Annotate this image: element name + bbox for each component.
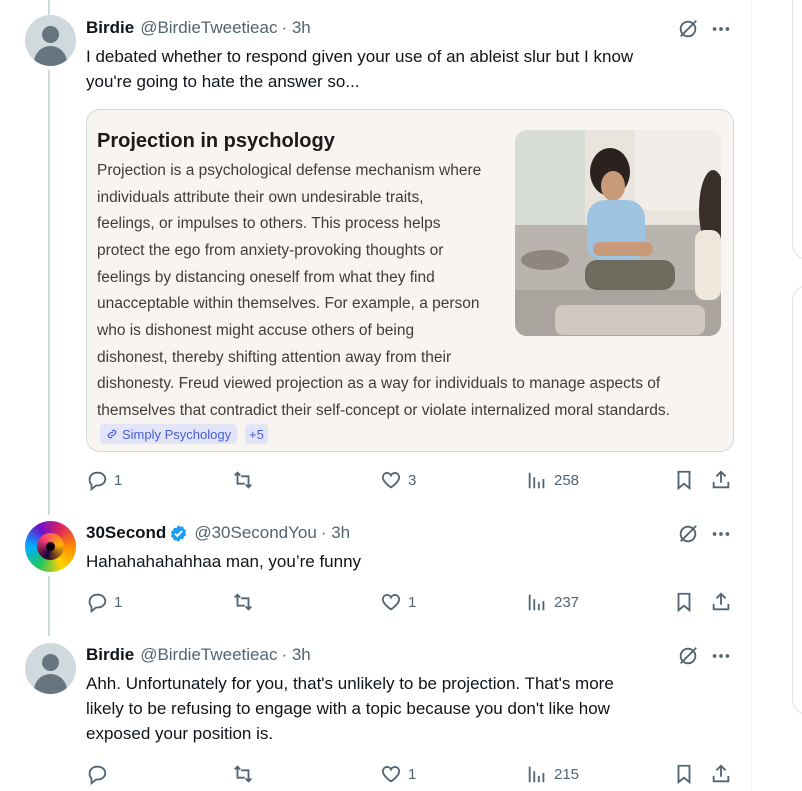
retweet-button[interactable] — [232, 468, 254, 492]
user-handle[interactable]: @BirdieTweetieac — [140, 645, 277, 665]
bookmark-button[interactable] — [673, 468, 695, 492]
reply-count: 1 — [114, 593, 123, 611]
timestamp[interactable]: · 3h — [321, 523, 350, 543]
action-bar: 1 3 258 — [86, 468, 736, 492]
share-button[interactable] — [710, 468, 732, 492]
reply-icon — [88, 593, 107, 613]
search-result-card[interactable]: Projection in psychology Projection is a… — [86, 109, 734, 452]
photo-illustration — [515, 130, 721, 336]
card-line: feelings by distancing oneself from what… — [97, 269, 435, 286]
timestamp[interactable]: · 3h — [281, 645, 310, 665]
tweet-header: 30Second @30SecondYou · 3h — [86, 522, 350, 544]
share-icon — [712, 470, 730, 489]
display-name[interactable]: 30Second — [86, 523, 166, 543]
source-label: Simply Psychology — [122, 426, 232, 442]
views-icon — [528, 766, 545, 783]
views-button[interactable]: 215 — [526, 762, 579, 786]
card-photo[interactable] — [515, 130, 721, 336]
heart-icon — [381, 594, 401, 611]
bookmark-icon — [677, 470, 691, 491]
like-button[interactable]: 1 — [380, 590, 416, 614]
card-line: who is dishonest might accuse others of … — [97, 322, 415, 339]
views-count: 258 — [554, 471, 580, 489]
grok-icon[interactable] — [677, 523, 699, 545]
card-line: feelings, or impulses to others. This pr… — [97, 215, 441, 232]
right-sidebar-card — [792, 285, 802, 715]
display-name[interactable]: Birdie — [86, 645, 134, 665]
card-line: Projection is a psychological defense me… — [97, 162, 482, 179]
card-title: Projection in psychology — [97, 130, 335, 152]
card-line: dishonesty. Freud viewed projection as a… — [97, 375, 661, 392]
retweet-button[interactable] — [232, 762, 254, 786]
tweet-text: I debated whether to respond given your … — [86, 47, 634, 91]
retweet-icon — [234, 765, 252, 783]
card-line: unacceptable within themselves. For exam… — [97, 295, 480, 312]
verified-badge-icon[interactable] — [169, 524, 188, 543]
views-button[interactable]: 237 — [526, 590, 579, 614]
more-icon[interactable] — [710, 645, 732, 667]
reply-icon — [88, 765, 107, 785]
reply-button[interactable] — [86, 762, 108, 786]
tweet-header: Birdie @BirdieTweetieac · 3h — [86, 644, 311, 666]
views-icon — [528, 594, 545, 611]
reply-button[interactable]: 1 — [86, 468, 122, 492]
conversation-timeline: Birdie @BirdieTweetieac · 3h I debated w… — [0, 0, 752, 791]
grok-icon[interactable] — [677, 645, 699, 667]
reply-count: 1 — [114, 471, 123, 489]
share-icon — [712, 764, 730, 783]
more-icon[interactable] — [710, 18, 732, 40]
bookmark-button[interactable] — [673, 590, 695, 614]
tweet-text: Ahh. Unfortunately for you, that's unlik… — [86, 674, 614, 743]
card-line: protect the ego from anxiety-provoking t… — [97, 242, 444, 259]
reply-icon — [88, 471, 107, 491]
card-line: themselves that contradict their self-co… — [97, 402, 670, 419]
card-line: dishonest, thereby shifting attention aw… — [97, 349, 452, 366]
bookmark-icon — [677, 592, 691, 613]
share-icon — [712, 592, 730, 611]
user-handle[interactable]: @30SecondYou — [194, 523, 317, 543]
bookmark-icon — [677, 764, 691, 785]
heart-icon — [381, 766, 401, 783]
tweet-text: Hahahahahahhaa man, you’re funny — [86, 552, 362, 571]
like-count: 1 — [408, 765, 417, 783]
source-chip[interactable]: Simply Psychology — [100, 424, 238, 444]
share-button[interactable] — [710, 590, 732, 614]
avatar[interactable] — [25, 643, 76, 694]
like-button[interactable]: 3 — [380, 468, 416, 492]
share-button[interactable] — [710, 762, 732, 786]
action-bar: 1 215 — [86, 762, 736, 786]
user-handle[interactable]: @BirdieTweetieac — [140, 18, 277, 38]
display-name[interactable]: Birdie — [86, 18, 134, 38]
more-sources-chip[interactable]: +5 — [245, 424, 268, 444]
like-count: 1 — [408, 593, 417, 611]
views-count: 237 — [554, 593, 580, 611]
tweet[interactable]: Birdie @BirdieTweetieac · 3h Ahh. Unfort… — [0, 636, 752, 791]
retweet-button[interactable] — [232, 590, 254, 614]
action-bar: 1 1 237 — [86, 590, 736, 614]
avatar[interactable] — [25, 521, 76, 572]
retweet-icon — [234, 471, 252, 489]
tweet[interactable]: 30Second @30SecondYou · 3h Hahahahahahha… — [0, 515, 752, 635]
bookmark-button[interactable] — [673, 762, 695, 786]
more-icon[interactable] — [710, 523, 732, 545]
views-icon — [528, 472, 545, 489]
heart-icon — [381, 472, 401, 489]
tweet-header: Birdie @BirdieTweetieac · 3h — [86, 17, 311, 39]
retweet-icon — [234, 593, 252, 611]
like-button[interactable]: 1 — [380, 762, 416, 786]
views-count: 215 — [554, 765, 580, 783]
grok-icon[interactable] — [677, 18, 699, 40]
right-sidebar-card — [792, 0, 802, 260]
avatar[interactable] — [25, 15, 76, 66]
views-button[interactable]: 258 — [526, 468, 579, 492]
timestamp[interactable]: · 3h — [281, 18, 310, 38]
link-icon — [107, 429, 117, 439]
tweet[interactable]: Birdie @BirdieTweetieac · 3h I debated w… — [0, 0, 752, 500]
reply-button[interactable]: 1 — [86, 590, 122, 614]
like-count: 3 — [408, 471, 417, 489]
card-line: individuals attribute their own undesira… — [97, 189, 424, 206]
